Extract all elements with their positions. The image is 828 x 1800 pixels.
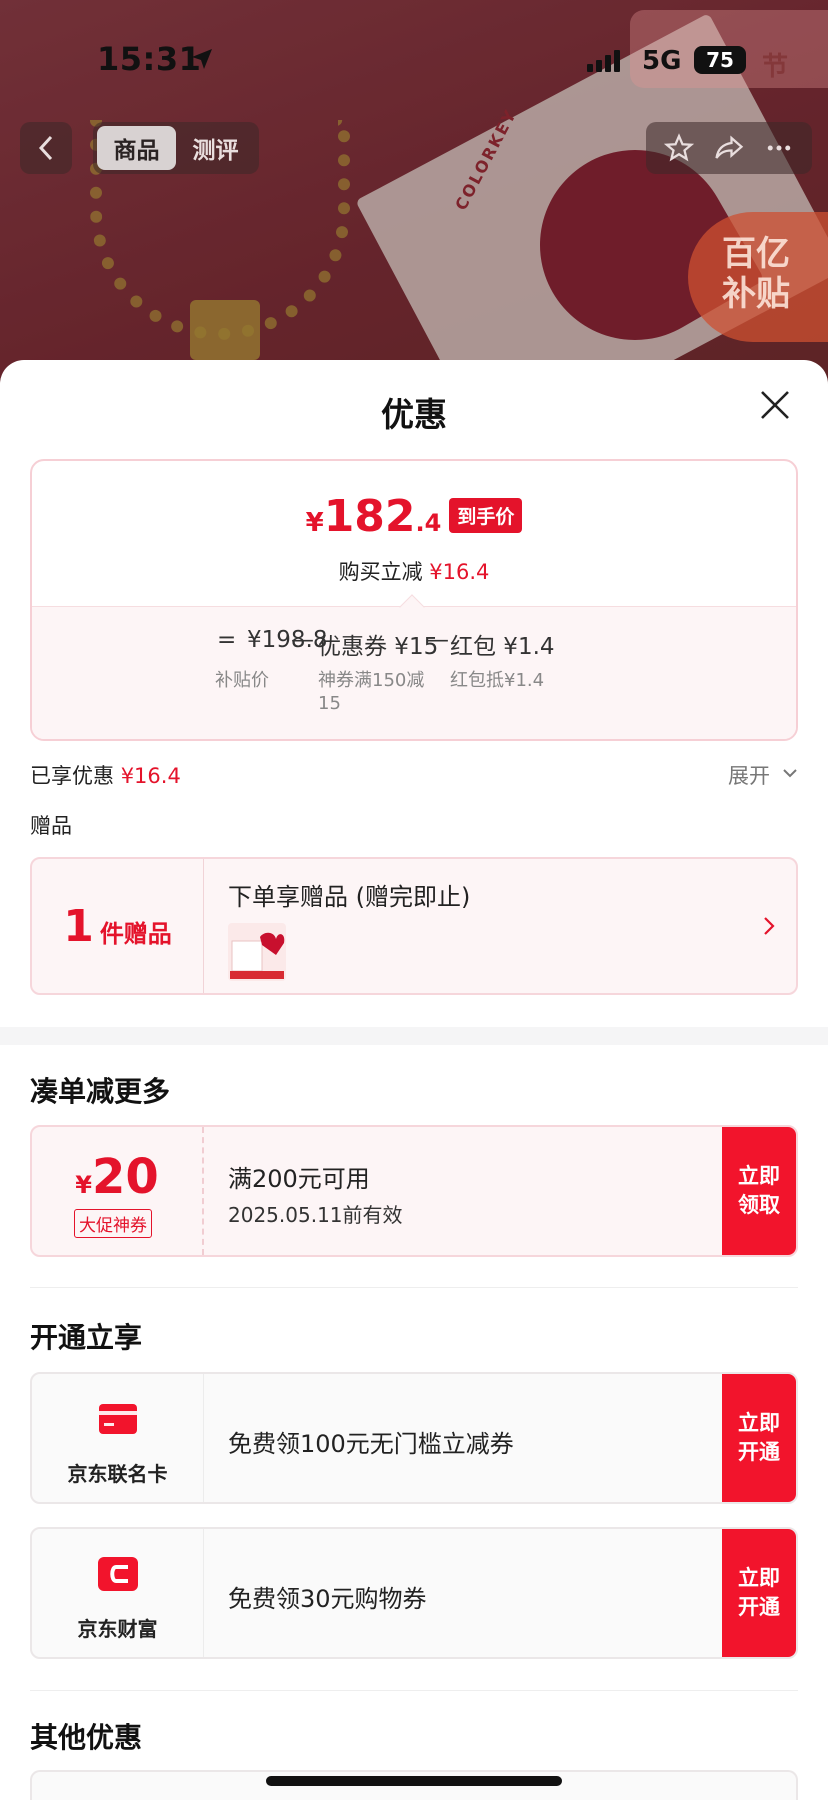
discount-sheet: 优惠 ¥182.4 到手价 购买立减 ¥16.4 = ¥198.8 补贴价 — 优… — [0, 360, 828, 1800]
gift-count: 1 — [63, 900, 94, 952]
member-offer-text: 免费领100元无门槛立减券 — [228, 1430, 514, 1458]
chevron-down-icon[interactable] — [782, 765, 798, 781]
formula-minus-2: — — [426, 627, 449, 653]
tab-product[interactable]: 商品 — [97, 126, 176, 170]
coupon-amount: ¥20 — [32, 1149, 202, 1205]
enjoyed-amount: ¥16.4 — [120, 764, 181, 788]
formula-equals: = — [217, 627, 237, 653]
cellular-signal-icon — [587, 48, 620, 72]
chevron-left-icon — [38, 135, 53, 161]
coupon-type-badge: 大促神券 — [74, 1209, 152, 1238]
coupon-desc-line2: 15 — [318, 693, 341, 714]
other-section-title: 其他优惠 — [30, 1721, 143, 1754]
member-name: 京东财富 — [77, 1617, 158, 1641]
festival-label: 节 — [761, 52, 788, 82]
coupon-value: 优惠券 ¥15 — [318, 634, 439, 660]
member-card-jd-finance: 京东财富 免费领30元购物券 立即开通 — [30, 1527, 798, 1659]
subsidy-line2: 补贴 — [722, 274, 790, 314]
member-offer-text: 免费领30元购物券 — [228, 1585, 427, 1613]
header-actions — [646, 122, 812, 174]
redpack-desc: 红包抵¥1.4 — [450, 670, 545, 691]
gift-section-title: 赠品 — [30, 814, 72, 838]
activate-button[interactable]: 立即开通 — [722, 1529, 796, 1657]
subsidy-line1: 百亿 — [722, 234, 790, 274]
gift-thumbnail[interactable] — [228, 923, 286, 981]
credit-card-icon — [99, 1404, 137, 1434]
gift-unit: 件赠品 — [99, 919, 172, 948]
price-integer: 182 — [323, 491, 416, 542]
more-icon[interactable] — [764, 133, 794, 163]
location-arrow-icon — [192, 49, 212, 69]
price-decimal: .4 — [415, 509, 442, 537]
tab-review[interactable]: 测评 — [176, 126, 255, 170]
combine-section-title: 凑单减更多 — [30, 1075, 171, 1108]
final-price-area: ¥182.4 到手价 购买立减 ¥16.4 — [32, 461, 796, 606]
chevron-right-icon[interactable] — [762, 916, 776, 936]
instant-discount-amount: ¥16.4 — [429, 560, 490, 584]
instant-discount-label: 购买立减 — [338, 560, 423, 584]
formula-area: = ¥198.8 补贴价 — 优惠券 ¥15 神券满150减 15 — 红包 ¥… — [32, 606, 796, 739]
price-breakdown-card: ¥182.4 到手价 购买立减 ¥16.4 = ¥198.8 补贴价 — 优惠券 … — [30, 459, 798, 741]
network-type: 5G — [642, 46, 682, 76]
redpack-value: 红包 ¥1.4 — [450, 634, 555, 660]
gift-image — [230, 932, 285, 979]
back-button[interactable] — [20, 122, 72, 174]
gift-description: 下单享赠品 (赠完即止) — [228, 883, 471, 911]
coupon-currency: ¥ — [75, 1171, 92, 1199]
gift-count-area: 1 件赠品 — [32, 859, 204, 993]
activate-button[interactable]: 立即开通 — [722, 1374, 796, 1502]
sheet-title: 优惠 — [381, 395, 447, 434]
member-left: 京东财富 — [32, 1529, 204, 1657]
claim-coupon-button[interactable]: 立即领取 — [722, 1127, 796, 1255]
coupon-validity: 2025.05.11前有效 — [228, 1203, 403, 1227]
formula-minus-1: — — [291, 627, 314, 653]
member-card-jd-cobrand: 京东联名卡 免费领100元无门槛立减券 立即开通 — [30, 1372, 798, 1504]
status-time: 15:31 — [97, 40, 202, 78]
divider — [30, 1690, 798, 1691]
price-currency: ¥ — [305, 508, 324, 538]
subsidy-badge: 百亿 补贴 — [688, 212, 828, 342]
status-bar: 节 15:31 5G 75 — [0, 0, 828, 120]
home-indicator[interactable] — [266, 1776, 562, 1786]
share-icon[interactable] — [714, 133, 744, 163]
gift-card[interactable]: 1 件赠品 下单享赠品 (赠完即止) — [30, 857, 798, 995]
coupon-value-number: 20 — [91, 1149, 159, 1205]
battery-indicator: 75 — [694, 46, 746, 74]
open-section-title: 开通立享 — [30, 1321, 143, 1354]
base-price-value: ¥198.8 — [247, 627, 328, 653]
coupon-condition: 满200元可用 — [228, 1165, 370, 1193]
coupon-desc-line1: 神券满150减 — [318, 670, 425, 691]
member-left: 京东联名卡 — [32, 1374, 204, 1502]
enjoyed-label: 已享优惠 — [30, 764, 114, 788]
member-name: 京东联名卡 — [67, 1462, 168, 1486]
star-icon[interactable] — [664, 133, 694, 163]
section-divider — [0, 1027, 828, 1045]
coupon-desc: 神券满150减 15 — [318, 669, 424, 715]
coupon-amount-area: ¥20 大促神券 — [32, 1127, 204, 1255]
page-tabs: 商品 测评 — [93, 122, 259, 174]
final-price-tag: 到手价 — [449, 498, 523, 533]
wallet-icon — [98, 1557, 138, 1591]
base-price-label: 补贴价 — [215, 670, 269, 691]
coupon-card: ¥20 大促神券 满200元可用 2025.05.11前有效 立即领取 — [30, 1125, 798, 1257]
divider — [30, 1287, 798, 1288]
instant-discount: 购买立减 ¥16.4 — [32, 556, 796, 586]
final-price: ¥182.4 到手价 — [32, 491, 796, 542]
enjoyed-discount: 已享优惠 ¥16.4 — [30, 760, 181, 790]
expand-button[interactable]: 展开 — [728, 760, 770, 790]
close-icon[interactable] — [758, 388, 792, 422]
